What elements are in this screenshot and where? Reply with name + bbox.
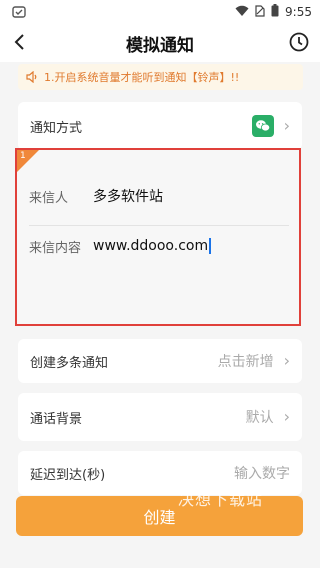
no-sim-icon bbox=[255, 4, 265, 20]
chevron-right-icon: › bbox=[283, 351, 290, 370]
text-caret bbox=[209, 238, 212, 254]
background-label: 通话背景 bbox=[30, 411, 83, 427]
nav-bar: 模拟通知 bbox=[0, 24, 320, 62]
status-time: 9:55 bbox=[285, 5, 312, 19]
message-index: 1 bbox=[20, 151, 26, 161]
content-text: www.ddooo.com bbox=[93, 238, 209, 254]
method-label: 通知方式 bbox=[30, 120, 83, 136]
wechat-icon bbox=[251, 115, 274, 137]
notice-text: 1.开启系统音量才能听到通知【铃声】!! bbox=[44, 71, 240, 84]
volume-notice: 1.开启系统音量才能听到通知【铃声】!! bbox=[18, 64, 303, 90]
multi-label: 创建多条通知 bbox=[30, 355, 109, 371]
speaker-icon bbox=[26, 71, 38, 83]
battery-icon bbox=[271, 4, 279, 20]
sender-value[interactable]: 多多软件站 bbox=[93, 186, 163, 206]
page-title: 模拟通知 bbox=[126, 35, 194, 56]
delay-label: 延迟到达(秒) bbox=[30, 467, 106, 483]
notification-method-row[interactable]: 通知方式 › bbox=[18, 102, 302, 150]
delay-input[interactable]: 输入数字 bbox=[234, 463, 290, 483]
history-clock-icon[interactable] bbox=[288, 31, 310, 53]
content-row[interactable]: 来信内容 www.ddooo.com bbox=[29, 234, 289, 258]
sender-label: 来信人 bbox=[29, 190, 69, 206]
wifi-icon bbox=[235, 5, 249, 20]
content-value[interactable]: www.ddooo.com bbox=[93, 238, 212, 254]
status-bar: 9:55 bbox=[0, 0, 320, 24]
notification-icon bbox=[12, 6, 26, 18]
call-background-row[interactable]: 通话背景 默认 › bbox=[18, 393, 302, 441]
back-arrow-icon[interactable] bbox=[8, 30, 32, 54]
message-card: 1 来信人 多多软件站 来信内容 www.ddooo.com bbox=[15, 148, 301, 326]
sender-row[interactable]: 来信人 多多软件站 bbox=[29, 184, 289, 208]
divider bbox=[29, 225, 289, 226]
content-label: 来信内容 bbox=[29, 240, 82, 256]
create-multiple-row[interactable]: 创建多条通知 点击新增 › bbox=[18, 339, 302, 383]
multi-action: 点击新增 bbox=[217, 354, 274, 370]
background-value: 默认 bbox=[245, 410, 274, 426]
chevron-right-icon: › bbox=[283, 116, 290, 135]
watermark: 决想下载站 bbox=[178, 490, 264, 509]
chevron-right-icon: › bbox=[283, 407, 290, 426]
